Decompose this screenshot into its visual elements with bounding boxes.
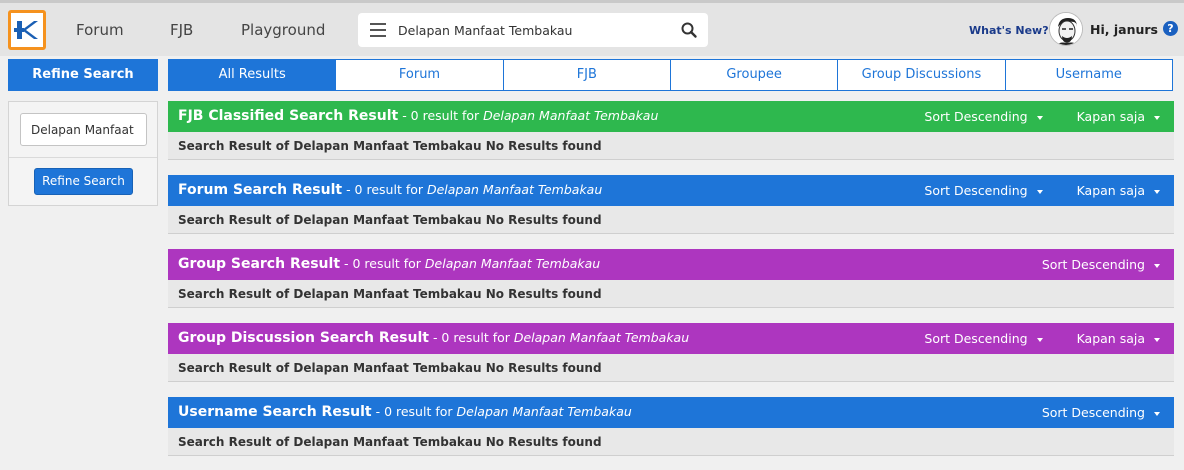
caret-down-icon <box>1036 189 1043 194</box>
section-title: Username Search Result - 0 result for De… <box>178 404 632 420</box>
section-header: Group Discussion Search Result - 0 resul… <box>168 323 1174 354</box>
section-header: Group Search Result - 0 result for Delap… <box>168 249 1174 280</box>
tab-all-results[interactable]: All Results <box>168 59 337 91</box>
sort-dropdown[interactable]: Sort Descending <box>1042 405 1160 420</box>
help-icon[interactable]: ? <box>1163 21 1178 36</box>
top-navbar: Forum FJB Playground What's New? Hi, jan… <box>0 3 1184 56</box>
section-controls: Sort Descending <box>1012 257 1160 272</box>
section-result-count: - 0 result for <box>428 330 514 345</box>
section-title: Group Search Result - 0 result for Delap… <box>178 256 600 272</box>
section-header: FJB Classified Search Result - 0 result … <box>168 101 1174 132</box>
sort-label: Sort Descending <box>1041 257 1145 272</box>
section-title: FJB Classified Search Result - 0 result … <box>178 108 658 124</box>
tab-username[interactable]: Username <box>1005 59 1173 91</box>
sort-label: Sort Descending <box>924 109 1028 124</box>
section-result-count: - 0 result for <box>371 404 457 419</box>
refine-search-button[interactable]: Refine Search <box>34 168 133 195</box>
sort-label: Sort Descending <box>1041 405 1145 420</box>
section-controls: Sort Descending Kapan saja <box>894 183 1160 198</box>
section-header: Username Search Result - 0 result for De… <box>168 397 1174 428</box>
nav-fjb-link[interactable]: FJB <box>170 21 193 39</box>
forum-result-section: Forum Search Result - 0 result for Delap… <box>168 175 1174 234</box>
no-results-message: Search Result of Delapan Manfaat Tembaka… <box>168 280 1174 308</box>
time-label: Kapan saja <box>1076 183 1145 198</box>
caret-down-icon <box>1036 337 1043 342</box>
section-title-text: Forum Search Result <box>178 182 343 198</box>
no-results-message: Search Result of Delapan Manfaat Tembaka… <box>168 354 1174 382</box>
sort-dropdown[interactable]: Sort Descending <box>1042 257 1160 272</box>
sort-label: Sort Descending <box>924 331 1028 346</box>
tab-group-discussions[interactable]: Group Discussions <box>838 59 1006 91</box>
divider <box>9 157 157 158</box>
search-bar <box>358 13 708 47</box>
caret-down-icon <box>1154 411 1160 416</box>
search-icon[interactable] <box>680 21 698 39</box>
refine-search-header: Refine Search <box>8 59 158 91</box>
time-label: Kapan saja <box>1076 109 1145 124</box>
section-query: Delapan Manfaat Tembakau <box>483 108 659 123</box>
section-query: Delapan Manfaat Tembakau <box>513 330 690 345</box>
section-controls: Sort Descending Kapan saja <box>894 331 1160 346</box>
time-label: Kapan saja <box>1076 331 1145 346</box>
section-query: Delapan Manfaat Tembakau <box>424 256 601 271</box>
sort-dropdown[interactable]: Sort Descending <box>924 109 1043 124</box>
fjb-result-section: FJB Classified Search Result - 0 result … <box>168 101 1174 160</box>
tab-fjb[interactable]: FJB <box>503 59 671 91</box>
section-controls: Sort Descending Kapan saja <box>894 109 1160 124</box>
section-result-count: - 0 result for <box>342 182 427 197</box>
no-results-message: Search Result of Delapan Manfaat Tembaka… <box>168 132 1174 160</box>
username-result-section: Username Search Result - 0 result for De… <box>168 397 1174 456</box>
section-title-text: FJB Classified Search Result <box>178 108 399 124</box>
result-tabs: All Results Forum FJB Groupee Group Disc… <box>168 59 1173 91</box>
caret-down-icon <box>1036 115 1043 120</box>
time-dropdown[interactable]: Kapan saja <box>1077 331 1160 346</box>
caret-down-icon <box>1154 115 1160 120</box>
avatar[interactable] <box>1049 12 1083 46</box>
tab-forum[interactable]: Forum <box>336 59 504 91</box>
caret-down-icon <box>1154 337 1160 342</box>
refine-search-panel: Refine Search <box>8 101 158 206</box>
kaskus-logo-icon[interactable] <box>8 10 46 50</box>
sort-label: Sort Descending <box>924 183 1028 198</box>
nav-forum-link[interactable]: Forum <box>76 21 124 39</box>
tab-groupee[interactable]: Groupee <box>670 59 839 91</box>
hamburger-menu-icon[interactable] <box>370 23 386 37</box>
refine-search-input[interactable] <box>20 113 147 146</box>
no-results-message: Search Result of Delapan Manfaat Tembaka… <box>168 428 1174 456</box>
section-result-count: - 0 result for <box>340 256 425 271</box>
time-dropdown[interactable]: Kapan saja <box>1077 183 1160 198</box>
caret-down-icon <box>1154 263 1160 268</box>
sort-dropdown[interactable]: Sort Descending <box>924 331 1043 346</box>
search-input[interactable] <box>398 13 668 47</box>
section-title: Forum Search Result - 0 result for Delap… <box>178 182 602 198</box>
section-title-text: Group Discussion Search Result <box>178 330 429 346</box>
section-controls: Sort Descending <box>1012 405 1160 420</box>
section-query: Delapan Manfaat Tembakau <box>456 404 632 419</box>
time-dropdown[interactable]: Kapan saja <box>1077 109 1160 124</box>
section-header: Forum Search Result - 0 result for Delap… <box>168 175 1174 206</box>
section-title-text: Group Search Result <box>178 256 341 272</box>
user-greeting[interactable]: Hi, janurs <box>1090 22 1158 37</box>
section-result-count: - 0 result for <box>398 108 484 123</box>
nav-playground-link[interactable]: Playground <box>241 21 325 39</box>
sort-dropdown[interactable]: Sort Descending <box>924 183 1043 198</box>
no-results-message: Search Result of Delapan Manfaat Tembaka… <box>168 206 1174 234</box>
group-result-section: Group Search Result - 0 result for Delap… <box>168 249 1174 308</box>
section-query: Delapan Manfaat Tembakau <box>426 182 603 197</box>
section-title-text: Username Search Result <box>178 404 372 420</box>
group-discussion-result-section: Group Discussion Search Result - 0 resul… <box>168 323 1174 382</box>
caret-down-icon <box>1154 189 1160 194</box>
section-title: Group Discussion Search Result - 0 resul… <box>178 330 689 346</box>
whats-new-link[interactable]: What's New? <box>969 24 1049 37</box>
